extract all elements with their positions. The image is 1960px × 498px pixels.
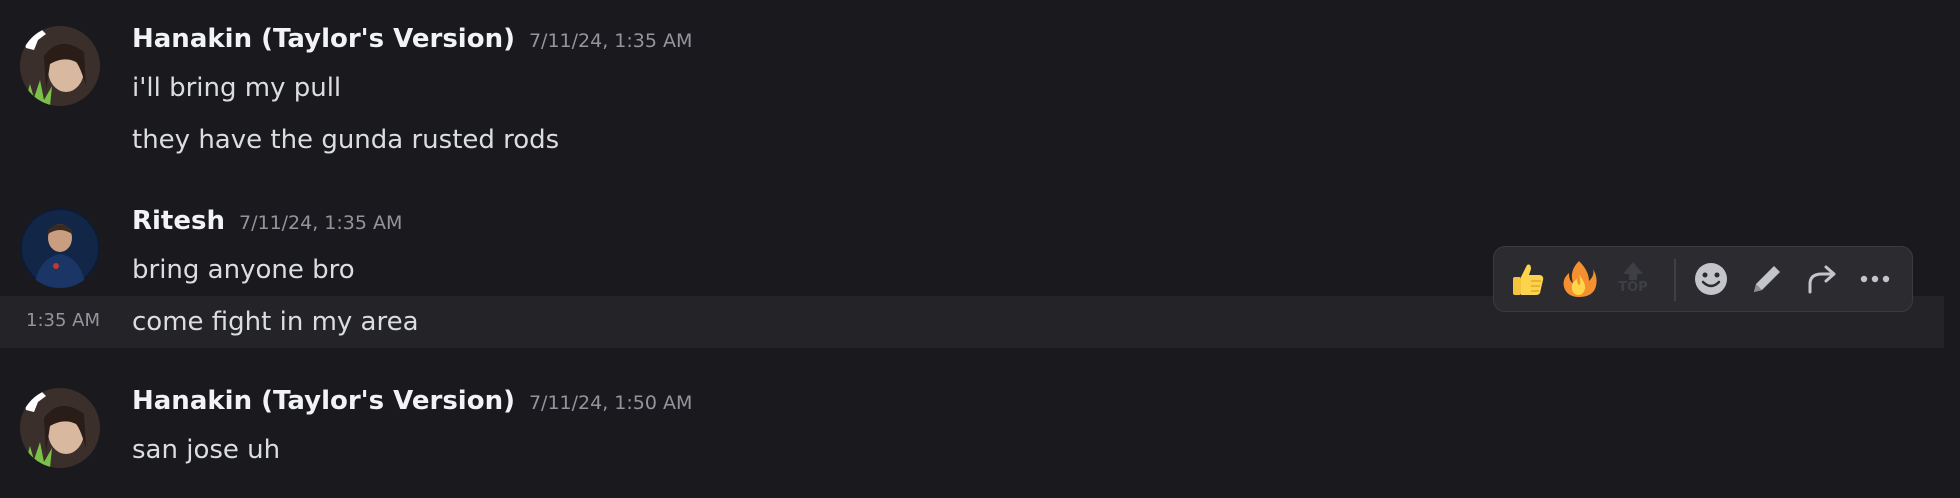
edit-icon[interactable] — [1744, 256, 1790, 302]
top-arrow-icon[interactable]: TOP — [1610, 256, 1656, 302]
message-text: they have the gunda rusted rods — [132, 125, 560, 155]
top-label: TOP — [1618, 280, 1648, 295]
avatar[interactable] — [20, 26, 100, 106]
message-text: san jose uh — [132, 435, 281, 465]
username[interactable]: Hanakin (Taylor's Version) — [132, 386, 515, 416]
message-header: Ritesh 7/11/24, 1:35 AM — [132, 206, 402, 246]
fire-icon[interactable] — [1556, 256, 1602, 302]
message-text: come fight in my area — [132, 307, 419, 337]
more-icon[interactable] — [1852, 256, 1898, 302]
toolbar-divider — [1674, 259, 1676, 301]
chat-messages: Hanakin (Taylor's Version) 7/11/24, 1:35… — [0, 0, 1960, 498]
hover-timestamp: 1:35 AM — [26, 310, 100, 331]
timestamp: 7/11/24, 1:50 AM — [528, 392, 693, 414]
username[interactable]: Hanakin (Taylor's Version) — [132, 24, 515, 54]
message-action-toolbar: TOP — [1493, 246, 1913, 312]
avatar[interactable] — [20, 208, 100, 288]
avatar[interactable] — [20, 388, 100, 468]
message-text: bring anyone bro — [132, 255, 355, 285]
forward-icon[interactable] — [1798, 256, 1844, 302]
timestamp: 7/11/24, 1:35 AM — [528, 30, 693, 52]
username[interactable]: Ritesh — [132, 206, 225, 236]
message-header: Hanakin (Taylor's Version) 7/11/24, 1:35… — [132, 24, 692, 64]
add-reaction-icon[interactable] — [1688, 256, 1734, 302]
thumbs-up-icon[interactable] — [1504, 256, 1550, 302]
timestamp: 7/11/24, 1:35 AM — [238, 212, 403, 234]
message-text: i'll bring my pull — [132, 73, 342, 103]
message-header: Hanakin (Taylor's Version) 7/11/24, 1:50… — [132, 386, 692, 426]
